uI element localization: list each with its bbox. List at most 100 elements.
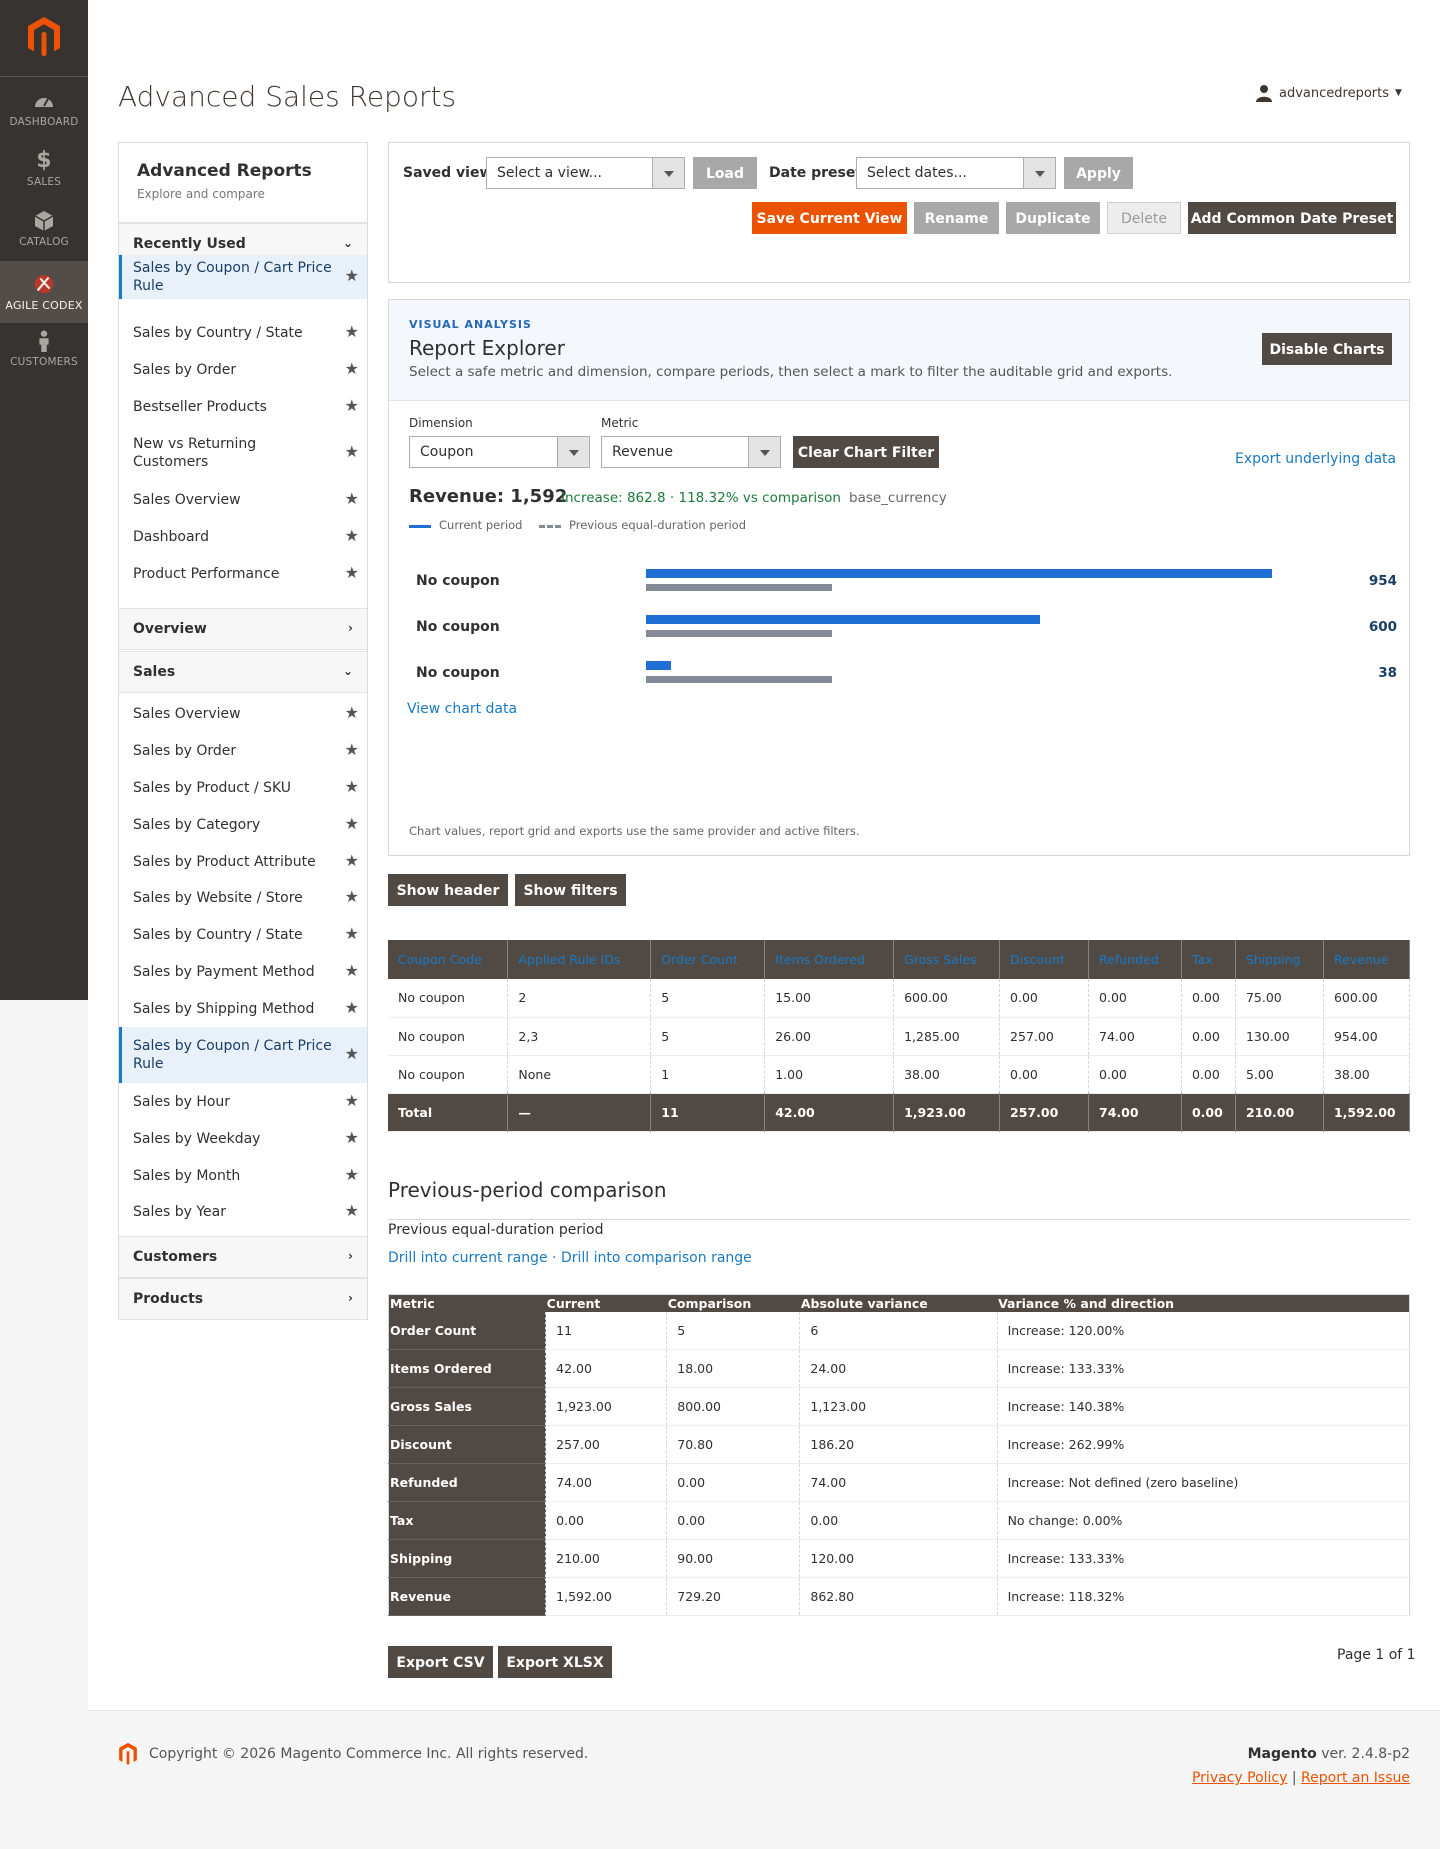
drill-comparison-link[interactable]: Drill into comparison range [561,1250,752,1266]
chart-bar-previous[interactable] [646,630,833,637]
star-icon[interactable]: ★ [345,1165,359,1184]
star-icon[interactable]: ★ [345,396,359,415]
rename-button[interactable]: Rename [914,202,999,234]
star-icon[interactable]: ★ [345,526,359,545]
sales-report-item[interactable]: Sales by Coupon / Cart Price Rule ★ [119,1027,367,1083]
recent-report-item[interactable]: Sales Overview ★ [119,485,367,515]
star-icon[interactable]: ★ [345,266,359,285]
recent-report-item[interactable]: Bestseller Products ★ [119,392,367,422]
grid-column-header[interactable]: Applied Rule IDs [507,940,652,979]
grid-column-header[interactable]: Gross Sales [893,940,1001,979]
table-row: Order Count 11 5 6 Increase: 120.00% [388,1311,1411,1350]
recent-report-item[interactable]: Sales by Coupon / Cart Price Rule ★ [119,255,367,299]
recent-report-item[interactable]: New vs Returning Customers ★ [119,431,367,475]
star-icon[interactable]: ★ [345,814,359,833]
chart-bar-current[interactable] [646,615,1040,624]
recent-report-item[interactable]: Sales by Order ★ [119,355,367,385]
grid-column-header[interactable]: Refunded [1088,940,1182,979]
nav-group-2[interactable]: Sales ⌄ [119,651,367,693]
add-date-preset-button[interactable]: Add Common Date Preset [1188,202,1396,234]
sales-report-item[interactable]: Sales by Order ★ [119,736,367,766]
nav-group-3[interactable]: Customers › [119,1236,367,1278]
nav-dashboard[interactable]: DASHBOARD [0,90,88,140]
grid-column-header[interactable]: Tax [1181,940,1236,979]
export-xlsx-button[interactable]: Export XLSX [498,1646,612,1678]
chart-bar-previous[interactable] [646,676,833,683]
star-icon[interactable]: ★ [345,703,359,722]
star-icon[interactable]: ★ [345,1091,359,1110]
disable-charts-button[interactable]: Disable Charts [1262,333,1392,365]
star-icon[interactable]: ★ [345,924,359,943]
nav-sales[interactable]: $ SALES [0,150,88,200]
sales-report-item[interactable]: Sales by Country / State ★ [119,920,367,950]
comparison-cell: Increase: 133.33% [997,1539,1411,1578]
star-icon[interactable]: ★ [345,322,359,341]
sales-report-item[interactable]: Sales by Payment Method ★ [119,957,367,987]
grid-column-header[interactable]: Shipping [1235,940,1324,979]
recent-report-item[interactable]: Dashboard ★ [119,522,367,552]
sales-report-item[interactable]: Sales by Weekday ★ [119,1124,367,1154]
dimension-select[interactable]: Coupon [409,436,590,468]
duplicate-button[interactable]: Duplicate [1006,202,1100,234]
chart-bar-current[interactable] [646,661,671,670]
magento-logo-icon[interactable] [26,16,62,58]
star-icon[interactable]: ★ [345,359,359,378]
star-icon[interactable]: ★ [345,961,359,980]
report-nav-title: Advanced Reports [137,161,312,181]
sales-report-item[interactable]: Sales by Product / SKU ★ [119,773,367,803]
nav-catalog[interactable]: CATALOG [0,210,88,260]
user-menu[interactable]: advancedreports ▼ [1255,84,1402,102]
saved-view-select[interactable]: Select a view... [486,157,685,189]
star-icon[interactable]: ★ [345,740,359,759]
nav-agile-codex[interactable]: AGILE CODEX [0,261,88,323]
sales-report-label: Sales by Order [133,743,237,759]
save-view-button[interactable]: Save Current View [752,202,907,234]
grid-column-header[interactable]: Discount [999,940,1090,979]
report-issue-link[interactable]: Report an Issue [1301,1770,1410,1786]
metric-select[interactable]: Revenue [601,436,781,468]
show-header-button[interactable]: Show header [388,874,508,906]
star-icon[interactable]: ★ [345,563,359,582]
nav-group-4[interactable]: Products › [119,1278,367,1320]
privacy-policy-link[interactable]: Privacy Policy [1192,1770,1287,1786]
person-icon [39,330,49,352]
star-icon[interactable]: ★ [345,442,359,461]
sales-report-item[interactable]: Sales by Shipping Method ★ [119,994,367,1024]
sales-report-item[interactable]: Sales by Category ★ [119,810,367,840]
apply-button[interactable]: Apply [1064,157,1133,189]
sales-report-item[interactable]: Sales by Product Attribute ★ [119,847,367,877]
star-icon[interactable]: ★ [345,887,359,906]
sales-report-item[interactable]: Sales by Month ★ [119,1161,367,1191]
grid-column-header[interactable]: Items Ordered [764,940,895,979]
date-preset-select[interactable]: Select dates... [856,157,1056,189]
grid-column-header[interactable]: Order Count [650,940,766,979]
clear-chart-filter-button[interactable]: Clear Chart Filter [793,436,939,468]
show-filters-button[interactable]: Show filters [515,874,626,906]
star-icon[interactable]: ★ [345,489,359,508]
sales-report-item[interactable]: Sales by Year ★ [119,1197,367,1227]
star-icon[interactable]: ★ [345,998,359,1017]
star-icon[interactable]: ★ [345,851,359,870]
chart-value-label: 600 [1368,619,1397,635]
nav-group-1[interactable]: Overview › [119,608,367,650]
recent-report-item[interactable]: Product Performance ★ [119,559,367,589]
sales-report-item[interactable]: Sales Overview ★ [119,699,367,729]
export-underlying-data-link[interactable]: Export underlying data [1235,451,1396,467]
star-icon[interactable]: ★ [345,1044,359,1063]
load-button[interactable]: Load [693,157,757,189]
grid-column-header[interactable]: Coupon Code [388,940,509,979]
export-csv-button[interactable]: Export CSV [388,1646,493,1678]
nav-customers[interactable]: CUSTOMERS [0,330,88,380]
drill-current-link[interactable]: Drill into current range [388,1250,548,1266]
star-icon[interactable]: ★ [345,1128,359,1147]
chart-bar-current[interactable] [646,569,1272,578]
recent-report-item[interactable]: Sales by Country / State ★ [119,318,367,348]
sales-report-item[interactable]: Sales by Hour ★ [119,1087,367,1117]
chart-bar-previous[interactable] [646,584,833,591]
star-icon[interactable]: ★ [345,1201,359,1220]
star-icon[interactable]: ★ [345,777,359,796]
chevron-down-icon [557,437,589,467]
grid-column-header[interactable]: Revenue [1323,940,1411,979]
view-chart-data-link[interactable]: View chart data [407,701,517,717]
sales-report-item[interactable]: Sales by Website / Store ★ [119,883,367,913]
